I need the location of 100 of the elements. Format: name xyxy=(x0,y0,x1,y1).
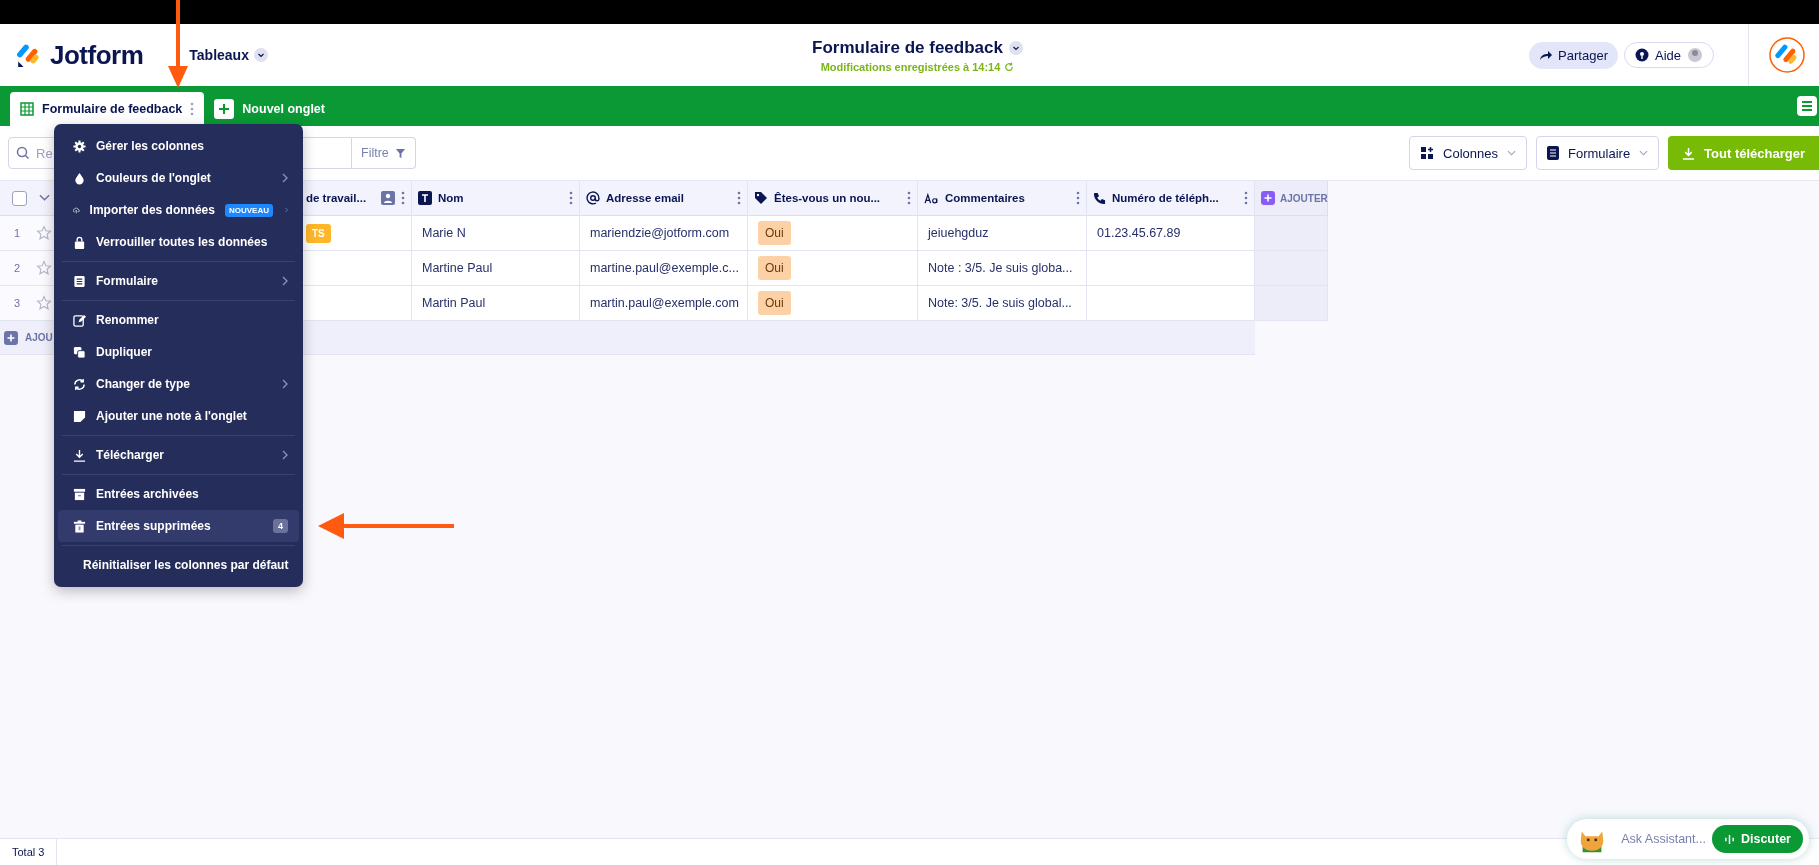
table-cell: Note: 3/5. Je suis global... xyxy=(918,286,1087,321)
column-menu-icon[interactable] xyxy=(401,191,405,205)
trash-icon xyxy=(73,519,86,533)
font-icon xyxy=(924,192,939,204)
note-icon xyxy=(73,409,86,423)
new-tab-button[interactable]: Nouvel onglet xyxy=(212,92,335,126)
chevron-down-icon[interactable] xyxy=(39,194,50,202)
voice-wave-icon xyxy=(1723,833,1735,845)
menu-item-label: Formulaire xyxy=(96,274,159,288)
row-number: 2 xyxy=(14,262,22,274)
help-button[interactable]: Aide xyxy=(1623,42,1714,68)
count-badge: 4 xyxy=(273,519,288,533)
menu-item[interactable]: Verrouiller toutes les données xyxy=(58,226,299,258)
text-type-icon xyxy=(418,191,432,205)
menu-item[interactable]: Dupliquer xyxy=(58,336,299,368)
menu-item[interactable]: Couleurs de l'onglet xyxy=(58,162,299,194)
sheet-tab[interactable]: Formulaire de feedback xyxy=(10,92,205,126)
chevron-down-icon xyxy=(1639,150,1649,156)
menu-item[interactable]: Entrées supprimées 4 xyxy=(58,510,299,542)
more-options-icon[interactable] xyxy=(190,102,195,116)
menu-item[interactable]: Gérer les colonnes xyxy=(58,130,299,162)
menu-item-label: Dupliquer xyxy=(96,345,153,359)
share-button[interactable]: Partager xyxy=(1529,41,1618,69)
form-button[interactable]: Formulaire xyxy=(1536,136,1660,170)
menu-item[interactable]: Ajouter une note à l'onglet xyxy=(58,400,299,432)
answer-tag: Oui xyxy=(758,256,791,280)
menu-item-label: Réinitialiser les colonnes par défaut xyxy=(83,558,289,572)
menu-item-label: Télécharger xyxy=(96,448,166,462)
table-cell: 01.23.45.67.89 xyxy=(1087,216,1255,251)
columns-button[interactable]: Colonnes xyxy=(1409,136,1527,170)
assistant-bar[interactable]: Ask Assistant... Discuter xyxy=(1567,819,1809,859)
column-menu-icon[interactable] xyxy=(907,191,911,205)
row-number: 3 xyxy=(14,297,22,309)
column-header[interactable]: Commentaires xyxy=(918,181,1087,216)
workspace-dropdown[interactable]: Tableaux xyxy=(189,47,268,63)
status-tag: TS xyxy=(306,223,331,243)
answer-tag: Oui xyxy=(758,221,791,245)
menu-item-label: Entrées archivées xyxy=(96,487,200,501)
lock-icon xyxy=(73,235,86,249)
filter-icon xyxy=(394,147,406,159)
chevron-down-icon xyxy=(253,48,268,62)
menu-item[interactable]: Importer des données NOUVEAU xyxy=(58,194,299,226)
menu-item[interactable]: Réinitialiser les colonnes par défaut xyxy=(58,549,299,581)
column-title: Adresse email xyxy=(606,192,685,204)
document-icon xyxy=(1547,146,1559,160)
column-header[interactable]: Adresse email xyxy=(580,181,748,216)
menu-item[interactable]: Entrées archivées xyxy=(58,478,299,510)
column-header[interactable]: de travail... xyxy=(300,181,412,216)
form-title-dropdown[interactable]: Formulaire de feedback xyxy=(812,37,1023,58)
person-icon xyxy=(381,191,395,205)
total-count: Total 3 xyxy=(0,839,58,865)
brand-name: Jotform xyxy=(50,39,144,71)
download-icon xyxy=(73,448,86,462)
table-icon xyxy=(20,102,34,116)
help-icon xyxy=(1634,48,1649,62)
logo-icon xyxy=(16,42,42,68)
filter-button[interactable]: Filtre xyxy=(352,137,416,169)
menu-item[interactable]: Renommer xyxy=(58,304,299,336)
menu-item-label: Couleurs de l'onglet xyxy=(96,171,212,185)
menu-item-label: Changer de type xyxy=(96,377,192,391)
menu-item[interactable]: Formulaire xyxy=(58,265,299,297)
column-menu-icon[interactable] xyxy=(1244,191,1248,205)
user-avatar-icon xyxy=(1687,47,1703,63)
plus-icon xyxy=(1261,191,1275,205)
column-menu-icon[interactable] xyxy=(569,191,573,205)
avatar-icon[interactable] xyxy=(1769,37,1805,73)
column-header[interactable]: Numéro de téléph... xyxy=(1087,181,1255,216)
phone-icon xyxy=(1093,191,1106,205)
chevron-down-icon xyxy=(1507,150,1516,156)
archive-icon xyxy=(73,487,86,501)
drop-icon xyxy=(73,171,86,185)
column-header[interactable]: Êtes-vous un nou... xyxy=(748,181,918,216)
plus-icon xyxy=(4,330,18,345)
table-cell: Marie N xyxy=(412,216,580,251)
table-cell: martin.paul@exemple.com xyxy=(580,286,748,321)
star-icon[interactable] xyxy=(36,260,52,276)
table-cell: mariendzie@jotform.com xyxy=(580,216,748,251)
column-title: Êtes-vous un nou... xyxy=(774,192,882,204)
new-badge: NOUVEAU xyxy=(224,203,273,217)
chat-button[interactable]: Discuter xyxy=(1711,825,1803,853)
star-icon[interactable] xyxy=(36,295,52,311)
assistant-prompt: Ask Assistant... xyxy=(1621,832,1706,846)
column-header[interactable]: Nom xyxy=(412,181,580,216)
column-title: Numéro de téléph... xyxy=(1112,192,1220,204)
chevron-down-icon xyxy=(1008,40,1023,55)
star-icon[interactable] xyxy=(36,225,52,241)
add-row-button[interactable]: AJOU xyxy=(4,330,53,345)
table-cell: Martine Paul xyxy=(412,251,580,286)
at-sign-icon xyxy=(586,191,600,205)
column-title: Commentaires xyxy=(945,192,1026,204)
copy-icon xyxy=(73,345,86,359)
column-menu-icon[interactable] xyxy=(737,191,741,205)
refresh-icon xyxy=(73,377,86,391)
select-all-checkbox[interactable] xyxy=(12,190,27,206)
column-menu-icon[interactable] xyxy=(1076,191,1080,205)
menu-icon[interactable] xyxy=(1797,96,1817,116)
menu-item[interactable]: Changer de type xyxy=(58,368,299,400)
menu-item[interactable]: Télécharger xyxy=(58,439,299,471)
add-column-button[interactable]: AJOUTER xyxy=(1261,191,1328,205)
answer-tag: Oui xyxy=(758,291,791,315)
